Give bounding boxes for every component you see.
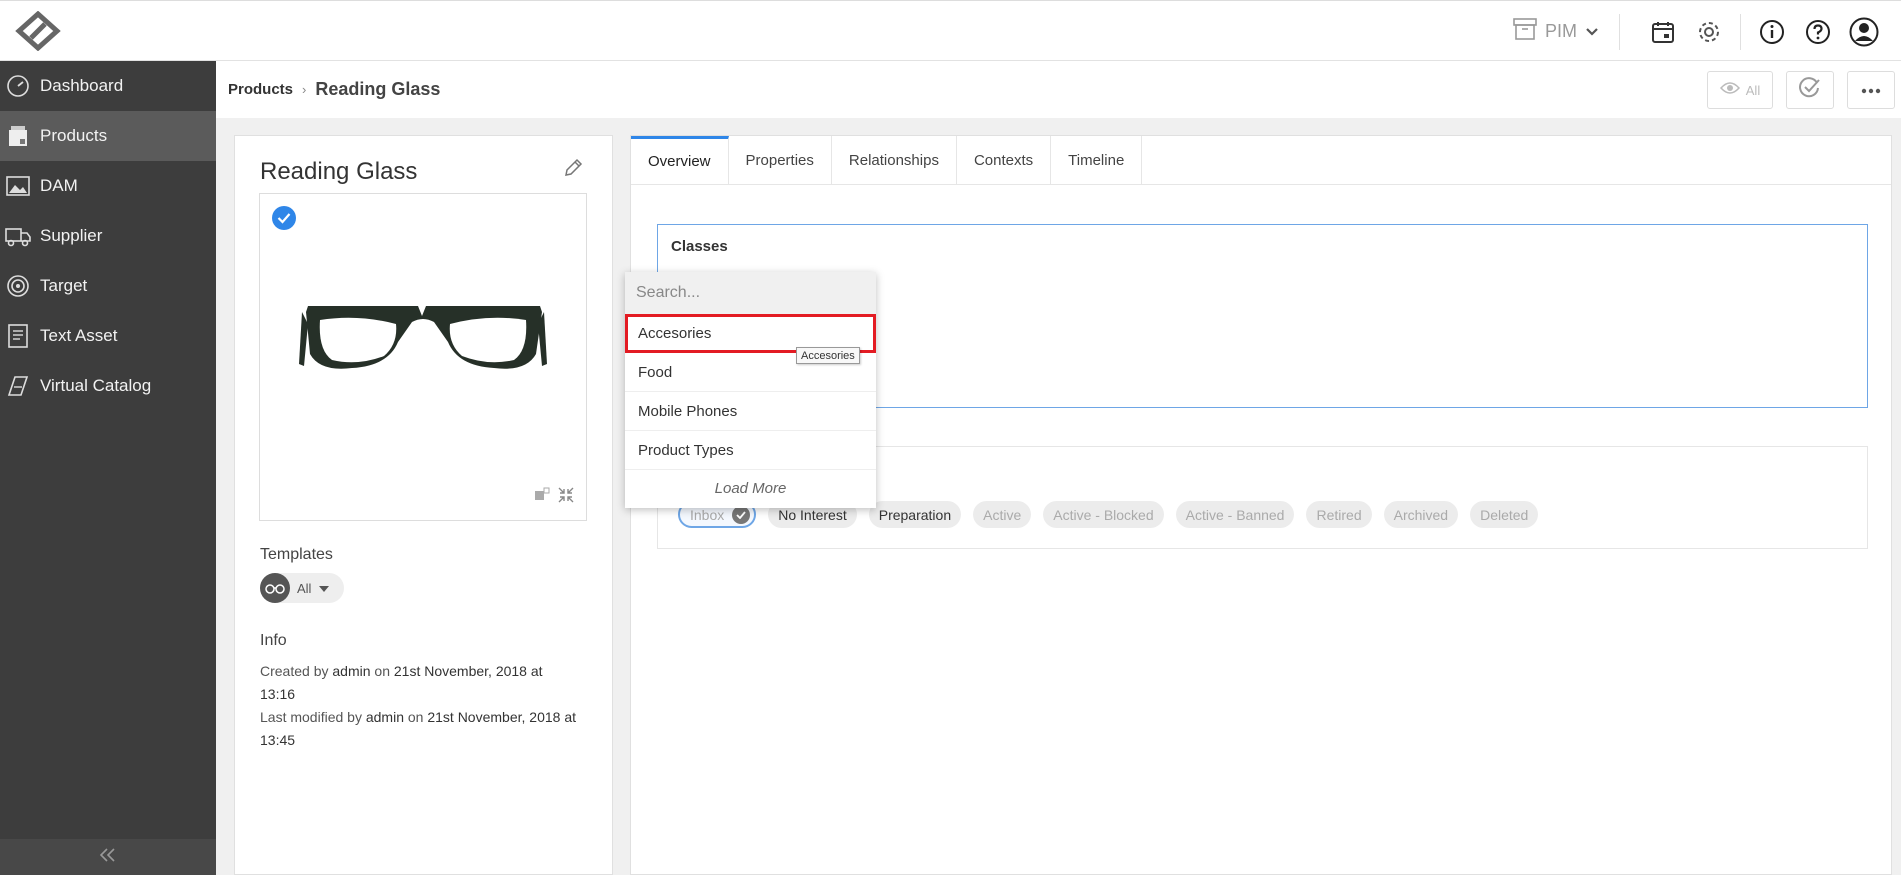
product-image	[259, 193, 587, 521]
help-icon[interactable]	[1795, 9, 1841, 55]
modified-info: Last modified by admin on 21st November,…	[260, 706, 580, 752]
approve-button[interactable]	[1786, 71, 1834, 109]
info-icon[interactable]	[1749, 9, 1795, 55]
dropdown-item-mobile-phones[interactable]: Mobile Phones	[625, 392, 876, 431]
breadcrumb-current: Reading Glass	[315, 79, 441, 99]
target-icon	[4, 272, 32, 300]
sidebar-item-label: Virtual Catalog	[40, 376, 152, 395]
sidebar-item-label: Target	[40, 276, 88, 295]
collapse-sidebar-button[interactable]	[0, 839, 216, 875]
edit-pencil-icon[interactable]	[563, 158, 583, 183]
sidebar: Dashboard Products DAM Supplier Target T…	[0, 61, 216, 875]
check-icon	[732, 505, 751, 524]
app-logo-icon[interactable]	[14, 10, 62, 52]
user-avatar-icon[interactable]	[1841, 9, 1887, 55]
checkmark-icon[interactable]	[272, 206, 296, 230]
sidebar-item-supplier[interactable]: Supplier	[0, 211, 216, 261]
sidebar-item-label: Text Asset	[40, 326, 118, 345]
status-chip-retired[interactable]: Retired	[1306, 501, 1372, 528]
sidebar-item-products[interactable]: Products	[0, 111, 216, 161]
tab-overview[interactable]: Overview	[631, 136, 729, 184]
module-select-label: PIM	[1544, 21, 1577, 41]
sidebar-item-label: DAM	[40, 176, 78, 195]
status-chip-active-banned[interactable]: Active - Banned	[1175, 501, 1295, 528]
classes-title: Classes	[671, 238, 728, 255]
status-chip-archived[interactable]: Archived	[1383, 501, 1459, 528]
tab-bar: Overview Properties Relationships Contex…	[631, 136, 1891, 185]
created-user: admin	[332, 663, 371, 679]
thumbnail-icon[interactable]	[534, 487, 550, 508]
search-input[interactable]	[636, 284, 856, 302]
breadcrumb-root[interactable]: Products	[228, 81, 293, 98]
sidebar-item-virtual-catalog[interactable]: Virtual Catalog	[0, 361, 216, 411]
view-filter-label: All	[1745, 82, 1761, 98]
product-title: Reading Glass	[260, 158, 418, 185]
breadcrumb-separator-icon: ›	[302, 82, 307, 97]
sidebar-item-text-asset[interactable]: Text Asset	[0, 311, 216, 361]
image-icon	[4, 172, 32, 200]
box-icon	[4, 122, 32, 150]
archive-icon	[1513, 18, 1537, 45]
dropdown-search	[625, 272, 876, 314]
sidebar-item-label: Dashboard	[40, 76, 124, 95]
tab-contexts[interactable]: Contexts	[957, 136, 1052, 184]
truck-icon	[4, 222, 32, 250]
status-chip-preparation[interactable]: Preparation	[868, 501, 962, 528]
load-more-button[interactable]: Load More	[625, 470, 876, 506]
collapse-arrows-icon[interactable]	[558, 487, 574, 508]
dashboard-icon	[4, 72, 32, 100]
template-filter-chip[interactable]: All	[260, 573, 344, 603]
ellipsis-icon	[1861, 81, 1881, 99]
created-on: on	[374, 663, 390, 679]
status-chip-active-blocked[interactable]: Active - Blocked	[1043, 501, 1164, 528]
sidebar-item-label: Products	[40, 126, 108, 145]
page-header: Products › Reading Glass All	[216, 61, 1901, 118]
dropdown-item-product-types[interactable]: Product Types	[625, 431, 876, 470]
breadcrumb: Products › Reading Glass	[228, 79, 440, 100]
view-filter-button[interactable]: All	[1707, 71, 1773, 109]
sidebar-item-dam[interactable]: DAM	[0, 161, 216, 211]
sidebar-item-dashboard[interactable]: Dashboard	[0, 61, 216, 111]
status-chip-active[interactable]: Active	[973, 501, 1032, 528]
info-label: Info	[260, 632, 287, 649]
image-tools	[534, 487, 574, 508]
document-icon	[4, 322, 32, 350]
module-select[interactable]: PIM	[1513, 13, 1620, 50]
sidebar-item-label: Supplier	[40, 226, 103, 245]
created-prefix: Created by	[260, 663, 329, 679]
product-summary-panel: Reading Glass Templates All Info Created…	[234, 135, 613, 875]
tab-properties[interactable]: Properties	[729, 136, 832, 184]
tab-relationships[interactable]: Relationships	[832, 136, 957, 184]
divider	[1740, 13, 1741, 50]
calendar-icon[interactable]	[1640, 9, 1686, 55]
modified-on: on	[407, 709, 424, 725]
created-info: Created by admin on 21st November, 2018 …	[260, 660, 580, 706]
modified-prefix: Last modified by	[260, 709, 362, 725]
glasses-image	[298, 294, 548, 379]
templates-label: Templates	[260, 546, 333, 563]
catalog-icon	[4, 372, 32, 400]
double-chevron-left-icon	[99, 847, 117, 867]
tab-timeline[interactable]: Timeline	[1051, 136, 1143, 184]
status-chip-label: Inbox	[690, 506, 725, 523]
gear-icon[interactable]	[1686, 9, 1732, 55]
check-circle-icon	[1798, 76, 1822, 104]
glasses-icon	[260, 573, 290, 603]
caret-down-icon	[319, 579, 330, 597]
modified-user: admin	[365, 709, 404, 725]
status-chip-deleted[interactable]: Deleted	[1470, 501, 1539, 528]
chevron-down-icon	[1585, 21, 1599, 42]
more-options-button[interactable]	[1847, 71, 1895, 109]
template-filter-label: All	[297, 580, 312, 596]
sidebar-item-target[interactable]: Target	[0, 261, 216, 311]
class-dropdown: Accesories Food Mobile Phones Product Ty…	[625, 272, 876, 508]
tooltip: Accesories	[796, 347, 860, 364]
top-bar: PIM	[0, 0, 1901, 61]
eye-icon	[1719, 81, 1740, 100]
